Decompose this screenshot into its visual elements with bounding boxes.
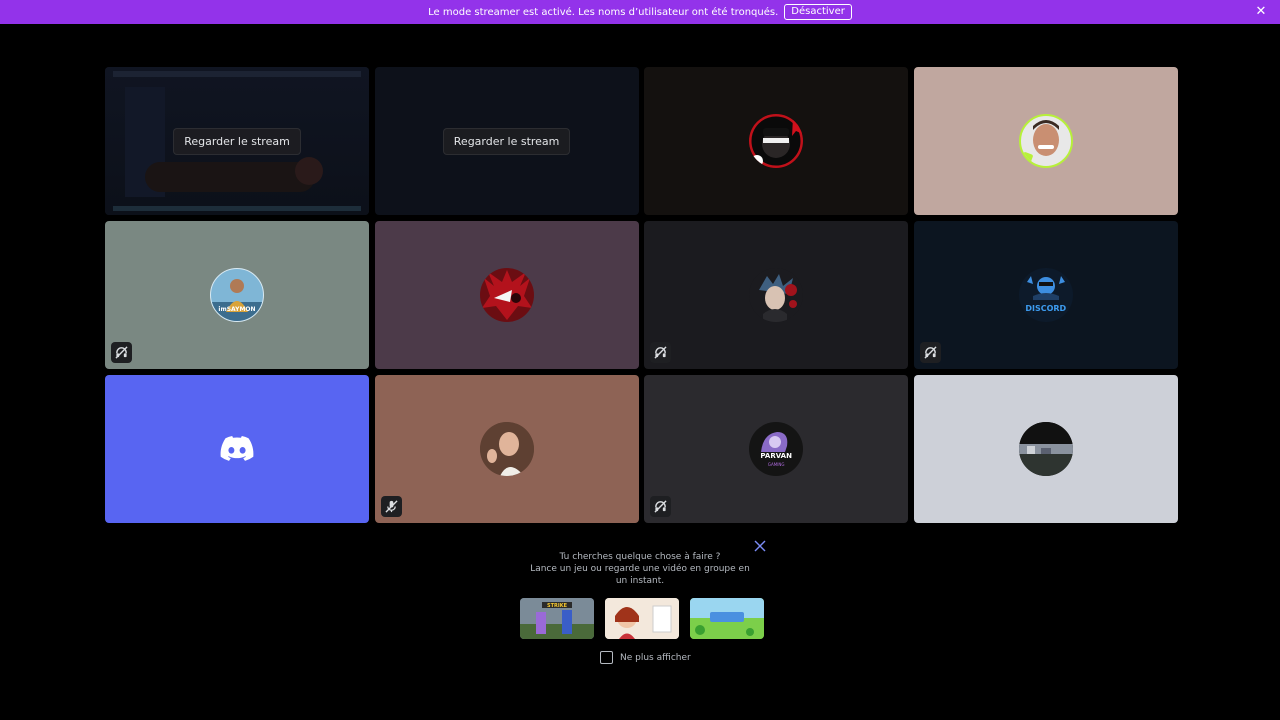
cards-game-thumbnail[interactable]: [605, 598, 679, 639]
dont-show-again-label: Ne plus afficher: [620, 652, 691, 663]
avatar-text: imSAYMON: [218, 306, 256, 313]
discord-logo-avatar: DISCORD: [1018, 268, 1073, 322]
parvan-gaming-avatar: PARVAN GAMING: [749, 422, 804, 476]
discord-logo-icon: [220, 436, 254, 462]
activity-suggestion: Tu cherches quelque chose à faire ? Lanc…: [0, 551, 1280, 587]
masked-man-avatar: [749, 114, 804, 168]
banner-text: Le mode streamer est activé. Les noms d’…: [428, 6, 779, 18]
participant-grid: Regarder le stream Regarder le stream im…: [105, 67, 1178, 524]
smiling-man-avatar: [1018, 114, 1073, 168]
muted-microphone-icon: [380, 496, 402, 517]
stream-tile[interactable]: Regarder le stream: [105, 67, 369, 215]
landscape-avatar: [1018, 422, 1073, 476]
watch-stream-button[interactable]: Regarder le stream: [442, 127, 571, 155]
park-game-thumbnail[interactable]: [690, 598, 764, 639]
checkbox[interactable]: [600, 651, 613, 664]
deafened-icon: [111, 342, 132, 363]
participant-tile[interactable]: [105, 375, 369, 523]
suggestion-title: Tu cherches quelque chose à faire ?: [559, 552, 721, 562]
avatar-subtext: GAMING: [767, 462, 785, 467]
activity-list: STRIKE: [520, 598, 764, 639]
avatar-text: PARVAN: [760, 452, 792, 460]
gamer-avatar: imSAYMON: [210, 268, 264, 322]
deafened-icon: [650, 496, 672, 517]
participant-tile[interactable]: [913, 375, 1178, 523]
participant-tile[interactable]: PARVAN GAMING: [644, 375, 909, 523]
participant-tile[interactable]: [374, 375, 639, 523]
disable-streamer-mode-button[interactable]: Désactiver: [784, 4, 852, 20]
waving-man-avatar: [479, 422, 534, 476]
participant-tile[interactable]: [644, 67, 909, 215]
deafened-icon: [919, 342, 941, 363]
streamer-mode-banner: Le mode streamer est activé. Les noms d’…: [0, 0, 1280, 24]
anime-avatar: [749, 268, 804, 322]
participant-tile[interactable]: imSAYMON: [105, 221, 369, 369]
red-art-avatar: [479, 268, 534, 322]
suggestion-subtitle: Lance un jeu ou regarde une vidéo en gro…: [530, 564, 750, 586]
avatar-text: DISCORD: [1025, 304, 1067, 313]
putt-strike-thumbnail[interactable]: STRIKE: [520, 598, 594, 639]
close-icon[interactable]: [754, 537, 766, 552]
participant-tile[interactable]: DISCORD: [913, 221, 1178, 369]
svg-text:STRIKE: STRIKE: [547, 603, 568, 609]
dont-show-again-checkbox[interactable]: Ne plus afficher: [600, 651, 691, 664]
participant-tile[interactable]: [374, 221, 639, 369]
deafened-icon: [650, 342, 672, 363]
close-icon[interactable]: ✕: [1254, 5, 1268, 19]
watch-stream-button[interactable]: Regarder le stream: [173, 127, 301, 155]
participant-tile[interactable]: [644, 221, 909, 369]
stream-tile[interactable]: Regarder le stream: [374, 67, 639, 215]
participant-tile[interactable]: [913, 67, 1178, 215]
